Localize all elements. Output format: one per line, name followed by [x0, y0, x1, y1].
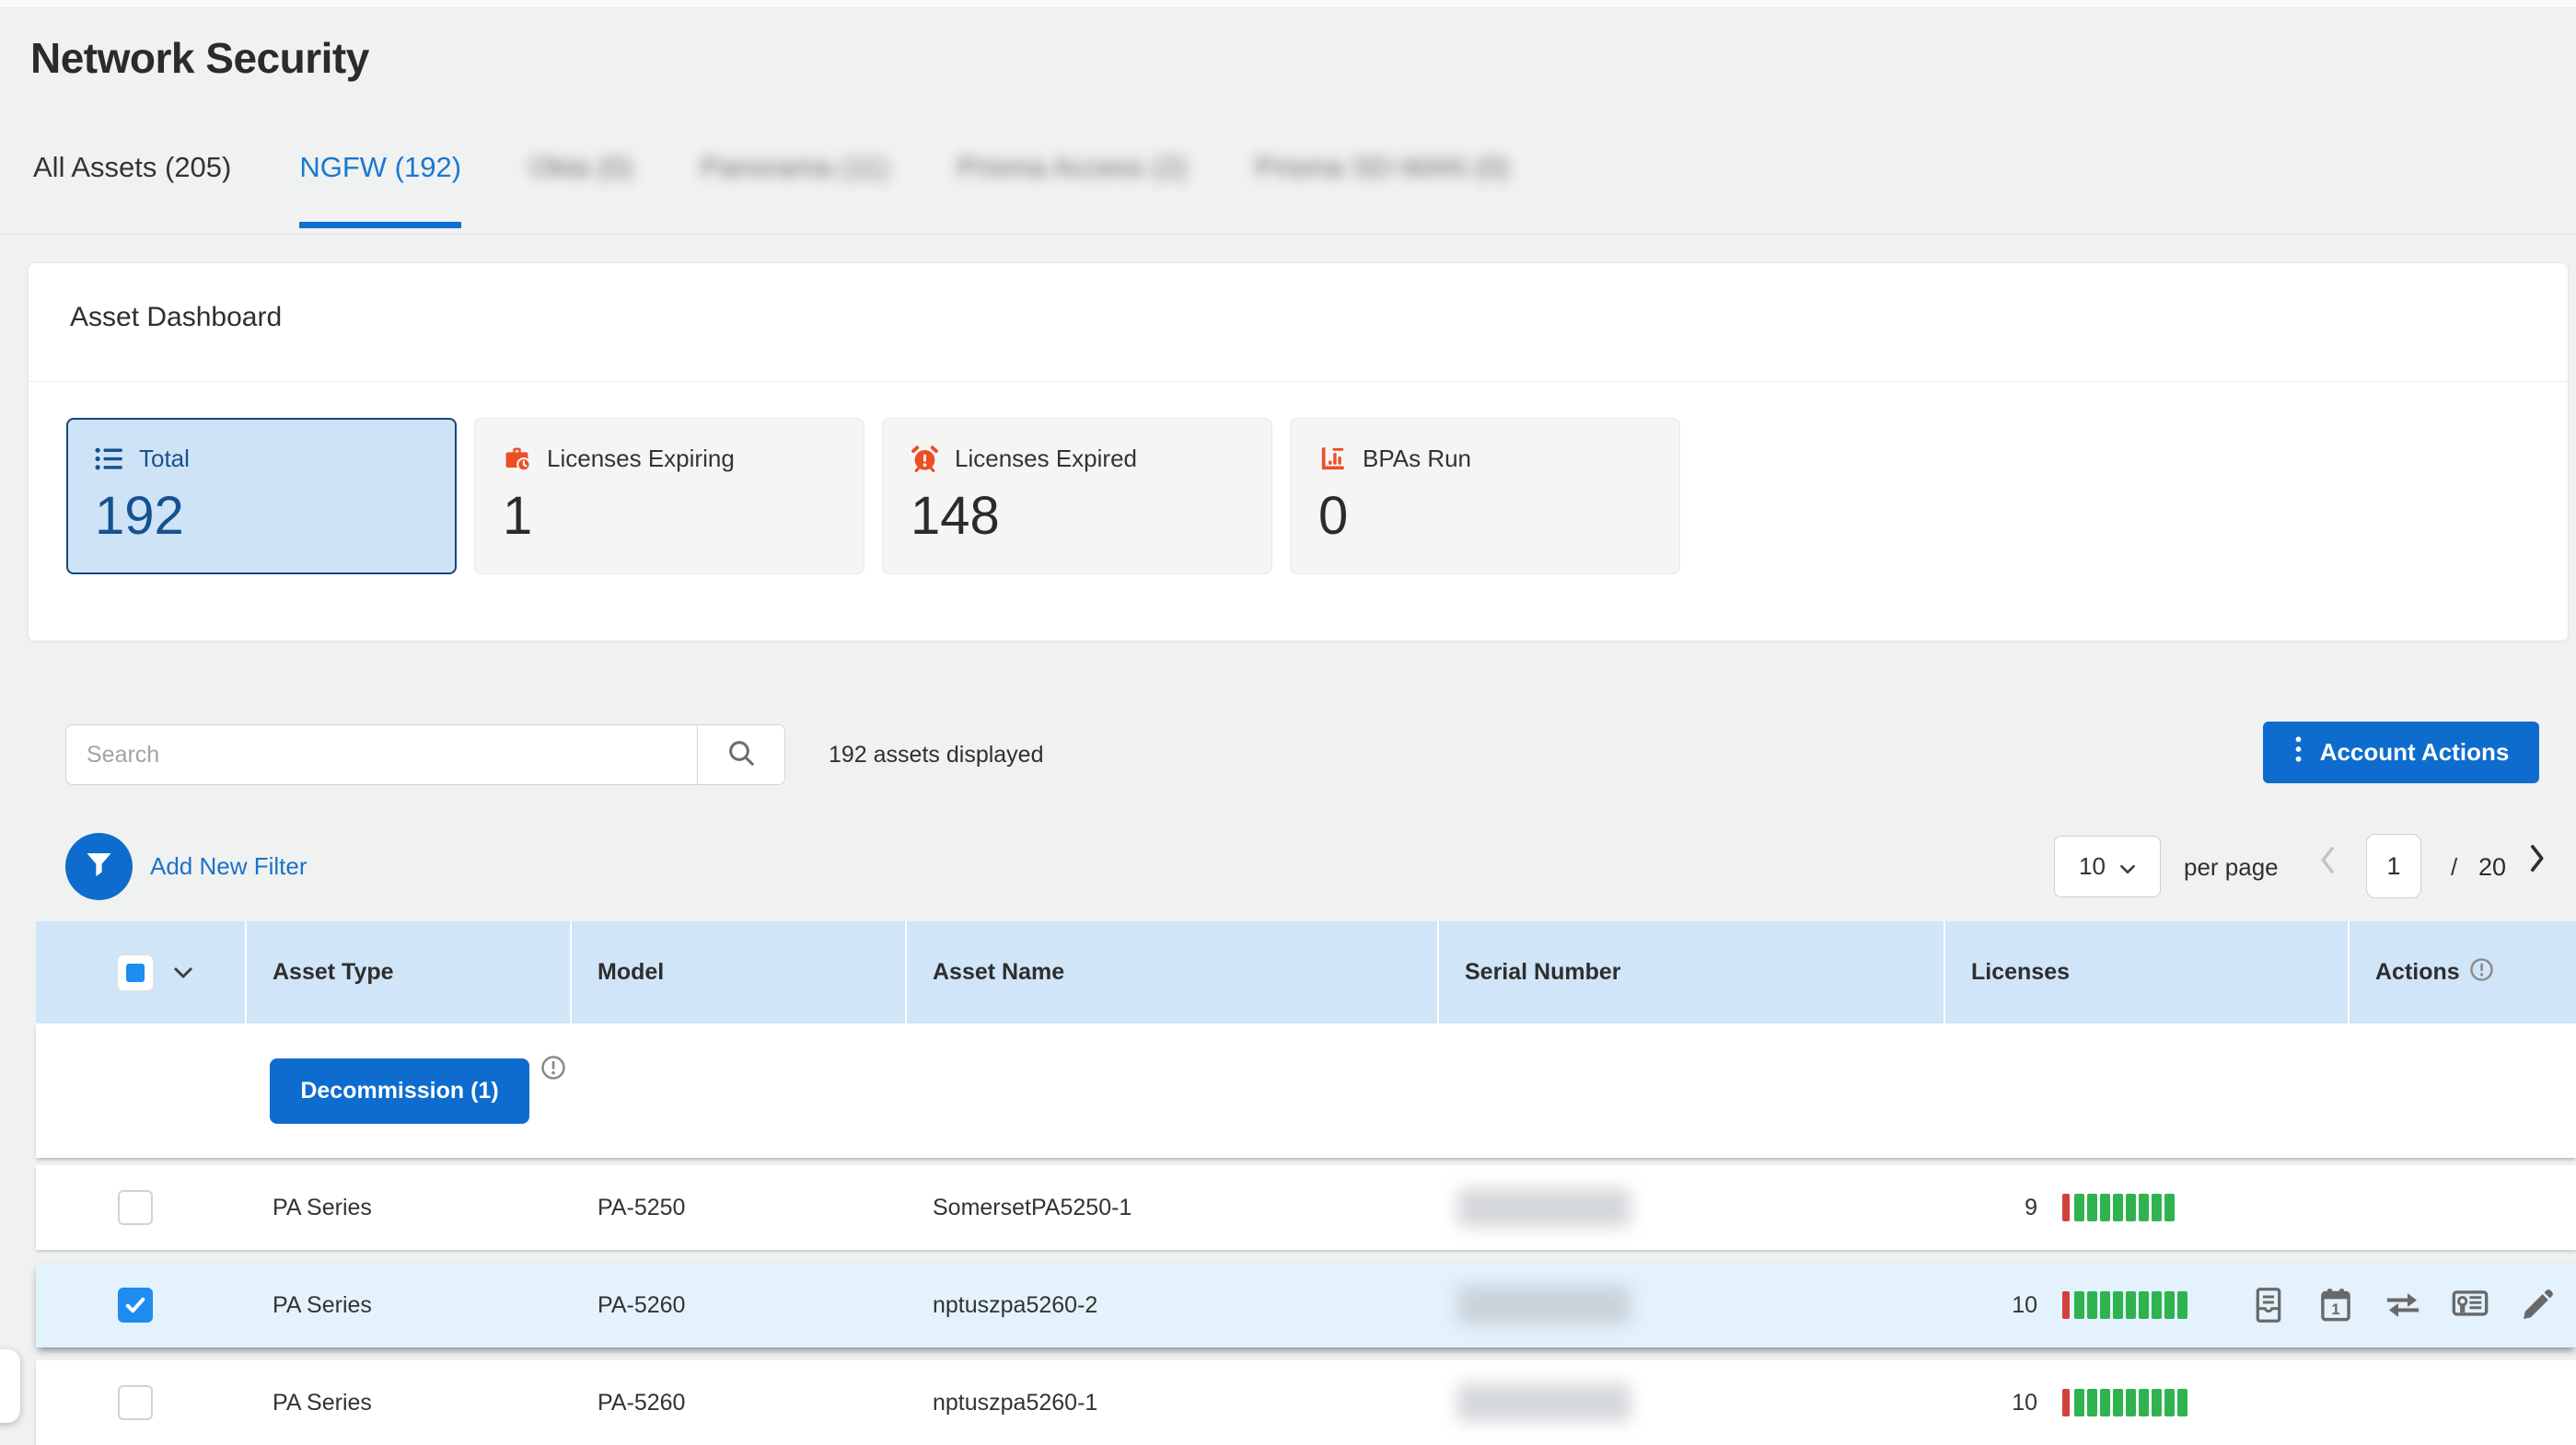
bar-chart-icon	[1318, 445, 1347, 473]
tab-okta[interactable]: Okta (0)	[529, 150, 632, 228]
row-checkbox[interactable]	[118, 1288, 153, 1323]
column-header-asset-name[interactable]: Asset Name	[907, 921, 1439, 1023]
page-size-value: 10	[2079, 852, 2106, 881]
column-header-asset-type[interactable]: Asset Type	[247, 921, 572, 1023]
cell-model: PA-5260	[572, 1292, 907, 1319]
next-page-button[interactable]	[2530, 844, 2546, 877]
serial-redacted	[1457, 1188, 1630, 1227]
serial-redacted	[1457, 1286, 1630, 1324]
page-size-select[interactable]: 10	[2054, 836, 2161, 897]
stat-label: Licenses Expired	[955, 445, 1137, 473]
transfer-icon[interactable]	[2385, 1287, 2421, 1324]
stat-value: 192	[95, 485, 428, 547]
cell-model: PA-5250	[572, 1195, 907, 1221]
page-title: Network Security	[30, 33, 369, 83]
account-actions-button[interactable]: Account Actions	[2263, 722, 2539, 783]
add-new-filter-link[interactable]: Add New Filter	[150, 852, 307, 881]
cell-asset-type: PA Series	[247, 1390, 572, 1416]
stat-card-total[interactable]: Total 192	[66, 418, 457, 574]
tab-all-assets[interactable]: All Assets (205)	[33, 150, 231, 228]
actions-header-label: Actions	[2375, 959, 2460, 986]
cell-asset-type: PA Series	[247, 1292, 572, 1319]
license-bars	[2062, 1194, 2175, 1221]
cell-asset-name: nptuszpa5260-2	[907, 1292, 1439, 1319]
column-header-model[interactable]: Model	[572, 921, 907, 1023]
search-box	[65, 724, 785, 785]
select-all-cell	[36, 921, 247, 1023]
cell-model: PA-5260	[572, 1390, 907, 1416]
stat-card-licenses-expiring[interactable]: Licenses Expiring 1	[474, 418, 864, 574]
dashboard-title: Asset Dashboard	[70, 302, 282, 333]
account-actions-label: Account Actions	[2320, 738, 2510, 767]
column-header-serial-number[interactable]: Serial Number	[1439, 921, 1945, 1023]
chevron-down-icon	[2119, 852, 2136, 881]
list-icon	[95, 445, 123, 473]
page-separator: /	[2451, 853, 2457, 882]
license-bars	[2062, 1291, 2187, 1319]
stat-value: 0	[1318, 485, 1652, 547]
select-menu-chevron-icon[interactable]	[172, 959, 194, 986]
stat-value: 148	[911, 485, 1244, 547]
tab-panorama[interactable]: Panorama (11)	[701, 150, 888, 228]
column-header-actions: Actions	[2350, 921, 2576, 1023]
asset-dashboard-panel: Asset Dashboard Total 192	[28, 262, 2569, 642]
stat-cards: Total 192 Licenses Expiring 1	[66, 418, 1680, 574]
briefcase-clock-icon	[503, 445, 531, 473]
total-pages: 20	[2478, 853, 2506, 882]
row-checkbox[interactable]	[118, 1385, 153, 1420]
search-input[interactable]	[66, 725, 697, 784]
column-header-licenses[interactable]: Licenses	[1945, 921, 2350, 1023]
window-top-strip	[0, 0, 2576, 8]
table-row: PA Series PA-5260 nptuszpa5260-1 10	[36, 1360, 2576, 1445]
stat-label: BPAs Run	[1363, 445, 1471, 473]
license-count: 10	[1945, 1390, 2037, 1416]
tab-bar: All Assets (205) NGFW (192) Okta (0) Pan…	[33, 150, 1509, 228]
table-row: PA Series PA-5250 SomersetPA5250-1 9	[36, 1165, 2576, 1250]
tabbar-divider	[0, 234, 2576, 235]
stat-card-bpas-run[interactable]: BPAs Run 0	[1290, 418, 1680, 574]
stat-card-licenses-expired[interactable]: Licenses Expired 148	[882, 418, 1272, 574]
stat-label: Total	[139, 445, 190, 473]
serial-redacted	[1457, 1383, 1630, 1422]
license-count: 10	[1945, 1292, 2037, 1319]
cell-asset-name: SomersetPA5250-1	[907, 1195, 1439, 1221]
funnel-icon	[84, 850, 114, 884]
device-summary-icon[interactable]	[2250, 1287, 2287, 1324]
info-icon[interactable]	[540, 1055, 566, 1085]
cell-asset-type: PA Series	[247, 1195, 572, 1221]
floating-help-button[interactable]	[0, 1349, 20, 1423]
table-row-selected: PA Series PA-5260 nptuszpa5260-2 10	[36, 1263, 2576, 1347]
stat-label: Licenses Expiring	[547, 445, 735, 473]
select-all-checkbox[interactable]	[118, 955, 153, 990]
info-icon[interactable]	[2469, 957, 2494, 988]
license-count: 9	[1945, 1195, 2037, 1221]
alarm-clock-icon	[911, 445, 939, 473]
day-one-calendar-icon[interactable]: 1	[2317, 1287, 2354, 1324]
table-header-row: Asset Type Model Asset Name Serial Numbe…	[36, 921, 2576, 1023]
tab-prisma-sdwan[interactable]: Prisma SD-WAN (0)	[1255, 150, 1509, 228]
tab-ngfw[interactable]: NGFW (192)	[299, 150, 461, 228]
row-checkbox[interactable]	[118, 1190, 153, 1225]
previous-page-button[interactable]	[2319, 846, 2335, 879]
per-page-label: per page	[2184, 853, 2279, 882]
dashboard-divider	[29, 381, 2568, 382]
license-certificate-icon[interactable]	[2452, 1287, 2489, 1324]
license-bars	[2062, 1389, 2187, 1416]
filter-button[interactable]	[65, 833, 133, 900]
svg-text:1: 1	[2331, 1301, 2339, 1318]
decommission-button[interactable]: Decommission (1)	[270, 1058, 529, 1124]
assets-displayed-count: 192 assets displayed	[829, 742, 1043, 769]
assets-table: Asset Type Model Asset Name Serial Numbe…	[36, 921, 2576, 1445]
bulk-actions-row: Decommission (1)	[36, 1023, 2576, 1158]
edit-pencil-icon[interactable]	[2519, 1287, 2556, 1324]
stat-value: 1	[503, 485, 836, 547]
search-icon	[726, 738, 756, 772]
cell-asset-name: nptuszpa5260-1	[907, 1390, 1439, 1416]
row-action-buttons: 1	[2250, 1263, 2556, 1347]
current-page-input[interactable]: 1	[2366, 834, 2421, 898]
kebab-menu-icon	[2293, 735, 2303, 769]
tab-prisma-access[interactable]: Prisma Access (2)	[957, 150, 1188, 228]
search-button[interactable]	[697, 725, 784, 784]
